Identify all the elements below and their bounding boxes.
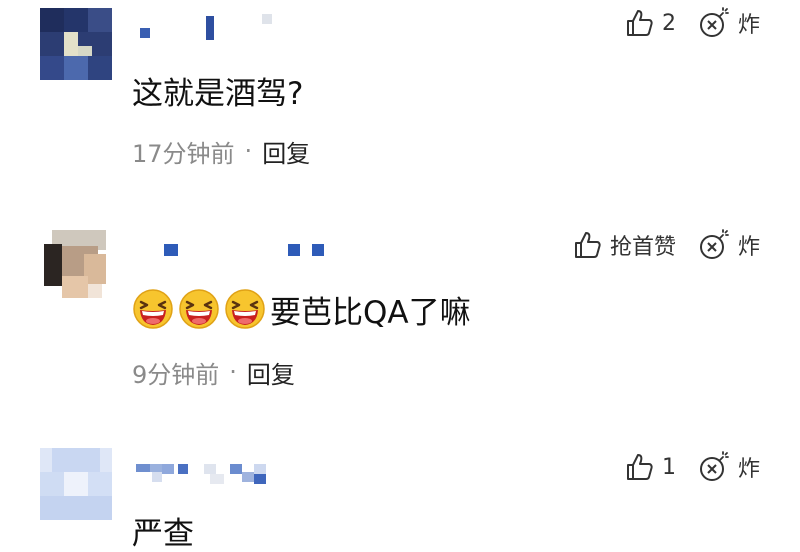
comment-actions: 抢首赞 炸	[572, 228, 760, 262]
comment-text: 这就是酒驾?	[132, 75, 304, 112]
bomb-icon	[698, 451, 730, 483]
bomb-button[interactable]: 炸	[698, 229, 760, 261]
comment-text-row: 要芭比QA了嘛	[132, 286, 471, 332]
separator-dot: ·	[229, 358, 237, 386]
comment-text: 严查	[132, 515, 194, 552]
comment-time: 17分钟前	[132, 139, 235, 168]
like-button[interactable]: 2	[624, 8, 676, 38]
avatar[interactable]	[40, 8, 112, 80]
comment-actions: 1 炸	[624, 450, 760, 484]
like-count: 1	[661, 454, 676, 480]
grinning-squint-emoji	[179, 289, 219, 329]
comment-text: 要芭比QA了嘛	[270, 294, 471, 331]
separator-dot: ·	[244, 137, 253, 165]
thumbs-up-icon	[572, 230, 602, 260]
thumbs-up-icon	[624, 8, 654, 38]
grinning-squint-emoji	[225, 289, 265, 329]
bomb-icon	[698, 229, 730, 261]
like-label: 抢首赞	[609, 235, 676, 260]
like-button[interactable]: 1	[624, 452, 676, 482]
thumbs-up-icon	[624, 452, 654, 482]
like-count: 2	[661, 10, 676, 36]
bomb-label: 炸	[737, 13, 760, 38]
like-button[interactable]: 抢首赞	[572, 229, 676, 261]
comment-actions: 2 炸	[624, 6, 760, 40]
comment-meta: 17分钟前 · 回复	[132, 134, 310, 169]
reply-button[interactable]: 回复	[262, 134, 310, 169]
avatar[interactable]	[40, 230, 112, 302]
avatar[interactable]	[40, 448, 112, 520]
comment-time: 9分钟前	[132, 360, 220, 389]
username-pixelated[interactable]	[132, 14, 292, 40]
bomb-label: 炸	[737, 457, 760, 482]
username-pixelated[interactable]	[132, 462, 282, 484]
reply-button[interactable]: 回复	[247, 355, 295, 390]
comment-meta: 9分钟前 · 回复	[132, 355, 295, 390]
grinning-squint-emoji	[133, 289, 173, 329]
bomb-button[interactable]: 炸	[698, 7, 760, 39]
bomb-button[interactable]: 炸	[698, 451, 760, 483]
bomb-icon	[698, 7, 730, 39]
bomb-label: 炸	[737, 235, 760, 260]
username-pixelated[interactable]	[132, 236, 332, 258]
